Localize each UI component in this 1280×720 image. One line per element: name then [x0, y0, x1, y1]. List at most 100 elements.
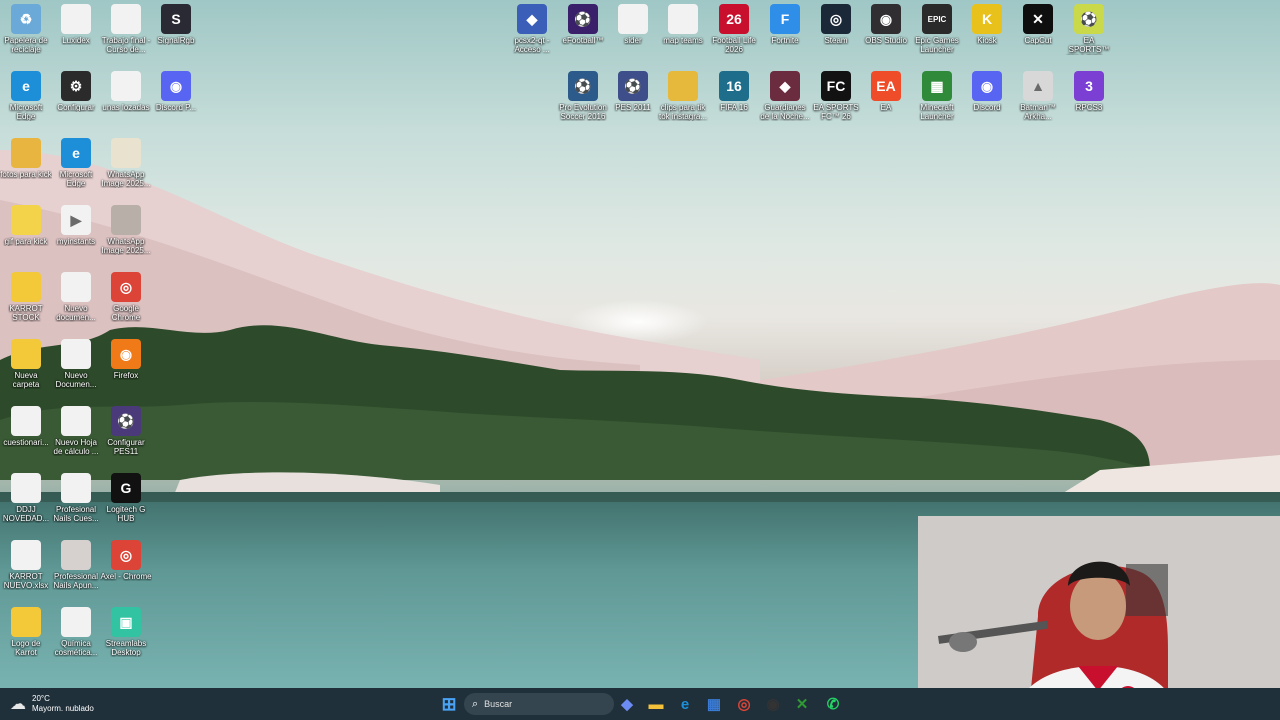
weather-widget[interactable]: ☁ 20°C Mayorm. nublado — [10, 692, 120, 716]
desktop-icon[interactable]: ◎ Axel - Chrome — [100, 540, 152, 606]
desktop-icon[interactable]: ◆ pcsx2-qt - Acceso ... — [506, 4, 558, 70]
desktop-icon[interactable]: 16 FIFA 16 — [708, 71, 760, 137]
desktop-icon[interactable]: ◉ OBS Studio — [860, 4, 912, 70]
edge-icon: e — [61, 138, 91, 168]
weather-description: Mayorm. nublado — [32, 704, 94, 713]
chrome-taskbar-button[interactable]: ◎ — [733, 693, 755, 715]
desktop-icon[interactable]: K Kiosk — [961, 4, 1013, 70]
pes-icon: ⚙ — [61, 71, 91, 101]
image-icon — [111, 205, 141, 235]
desktop-icon[interactable]: 3 RPCS3 — [1063, 71, 1115, 137]
desktop-icon[interactable]: sider — [607, 4, 659, 70]
desktop-icon[interactable]: WhatsApp Image 2025... — [100, 205, 152, 271]
desktop-icon[interactable]: KARROT NUEVO.xlsx — [0, 540, 52, 606]
desktop-icon[interactable]: 26 Football Life 2026 — [708, 4, 760, 70]
desktop-icon[interactable]: gif para kick — [0, 205, 52, 271]
desktop-icon[interactable]: Profesional Nails Cues... — [50, 473, 102, 539]
desktop-icon[interactable]: Nueva carpeta — [0, 339, 52, 405]
pes-icon: ⚽ — [568, 71, 598, 101]
desktop-icon[interactable]: EPIC Epic Games Launcher — [911, 4, 963, 70]
desktop-icon[interactable]: fotos para kick — [0, 138, 52, 204]
desktop-icon-label: Streamlabs Desktop — [105, 639, 147, 657]
desktop-icon[interactable]: ⚙ Configurar — [50, 71, 102, 137]
desktop-icon[interactable]: ⚽ PES 2011 — [607, 71, 659, 137]
desktop-icon[interactable]: Trabajo final - Curso de... — [100, 4, 152, 70]
desktop-icon-label: Papelera de reciclaje — [4, 36, 48, 54]
fortnite-icon: F — [770, 4, 800, 34]
desktop-icon[interactable]: ⚽ EA SPORTS™ 2014 FIFA ... — [1063, 4, 1115, 70]
desktop-icon[interactable]: ◉ Firefox — [100, 339, 152, 405]
desktop-icon[interactable]: KARROT STOCK — [0, 272, 52, 338]
desktop-icon[interactable]: ◉ Discord P... — [150, 71, 202, 137]
desktop-icon[interactable]: Química cosmética... — [50, 607, 102, 673]
desktop-icon[interactable]: clips para tik tok instagra... — [657, 71, 709, 137]
desktop-icon-label: PES 2011 — [615, 103, 651, 112]
logitech-icon: G — [111, 473, 141, 503]
desktop-icon[interactable]: G Logitech G HUB — [100, 473, 152, 539]
desktop-icon-label: Minecraft Launcher — [920, 103, 954, 121]
desktop-icon[interactable]: map teams — [657, 4, 709, 70]
file-explorer-taskbar-button[interactable]: ▬ — [645, 693, 667, 715]
desktop-icon-label: Química cosmética... — [54, 639, 98, 657]
desktop-icon-label: Configurar — [57, 103, 95, 112]
pes-icon: ⚽ — [618, 71, 648, 101]
desktop-icon[interactable]: F Fortnite — [759, 4, 811, 70]
desktop-icon[interactable]: ⚽ Configurar PES11 — [100, 406, 152, 472]
batman-icon: ▲ — [1023, 71, 1053, 101]
desktop-icon-label: Pro Evolution Soccer 2016 — [559, 103, 607, 121]
desktop-icon-label: KARROT NUEVO.xlsx — [3, 572, 49, 590]
desktop-icon[interactable]: ⚽ eFootball™ — [557, 4, 609, 70]
taskbar: ☁ 20°C Mayorm. nublado ⊞ ⌕ Buscar ◆ ▬ e ▦ ◎ ◉… — [0, 688, 1280, 720]
start-button[interactable]: ⊞ — [438, 693, 460, 715]
desktop-icon[interactable]: Nuevo Hoja de cálculo ... — [50, 406, 102, 472]
weather-cloud-icon: ☁ — [10, 696, 26, 713]
desktop-icon[interactable]: ✕ CapCut — [1012, 4, 1064, 70]
desktop-icon[interactable]: DDJJ NOVEDAD... — [0, 473, 52, 539]
xbox-icon: ✕ — [795, 696, 809, 713]
folder-icon — [11, 339, 41, 369]
desktop-icon[interactable]: ⚽ Pro Evolution Soccer 2016 — [557, 71, 609, 137]
whatsapp-taskbar-button[interactable]: ✆ — [822, 693, 844, 715]
desktop-icon-label: clips para tik tok instagra... — [658, 103, 708, 121]
desktop-icon[interactable]: WhatsApp Image 2025... — [100, 138, 152, 204]
desktop-icon[interactable]: EA EA — [860, 71, 912, 137]
search-box[interactable]: ⌕ Buscar — [464, 693, 614, 715]
desktop-icon[interactable]: ♻ Papelera de reciclaje — [0, 4, 52, 70]
desktop-icon[interactable]: FC EA SPORTS FC™ 26 — [810, 71, 862, 137]
desktop-icon[interactable]: e Microsoft Edge — [0, 71, 52, 137]
desktop-icon-label: Nuevo Documen... — [55, 371, 97, 389]
store-taskbar-button[interactable]: ▦ — [703, 693, 725, 715]
desktop-icon-label: SignalRgb — [157, 36, 195, 45]
document-icon — [61, 4, 91, 34]
efootball-icon: ⚽ — [568, 4, 598, 34]
pcsx2-icon: ◆ — [517, 4, 547, 34]
desktop-icon[interactable]: Professional Nails Apun... — [50, 540, 102, 606]
desktop-icon[interactable]: e Microsoft Edge — [50, 138, 102, 204]
desktop-icon[interactable]: Logo de Karrot — [0, 607, 52, 673]
folder-icon — [11, 607, 41, 637]
desktop-icon[interactable]: ◎ Google Chrome — [100, 272, 152, 338]
recycle-bin-icon: ♻ — [11, 4, 41, 34]
desktop-icon[interactable]: Nuevo documen... — [50, 272, 102, 338]
desktop-icon[interactable]: ◉ Discord — [961, 71, 1013, 137]
desktop-icon[interactable]: ▲ Batman™ Arkha... — [1012, 71, 1064, 137]
desktop-icon[interactable]: ◆ Guardianes de la Noche... — [759, 71, 811, 137]
desktop-icon[interactable]: ▣ Streamlabs Desktop — [100, 607, 152, 673]
copilot-taskbar-button[interactable]: ◆ — [616, 693, 638, 715]
xbox-taskbar-button[interactable]: ✕ — [791, 693, 813, 715]
desktop-icon[interactable]: Luxidex — [50, 4, 102, 70]
desktop-icon[interactable]: cuestionari... — [0, 406, 52, 472]
desktop-icon[interactable]: ▶ myinstants — [50, 205, 102, 271]
desktop-icon-label: Google Chrome — [111, 304, 141, 322]
desktop-icon-label: Configurar PES11 — [107, 438, 145, 456]
desktop-icon[interactable]: Nuevo Documen... — [50, 339, 102, 405]
desktop-icon[interactable]: ▦ Minecraft Launcher — [911, 71, 963, 137]
desktop-icon[interactable]: unas lozadas — [100, 71, 152, 137]
obs-taskbar-button[interactable]: ◉ — [762, 693, 784, 715]
desktop-icon[interactable]: ◎ Steam — [810, 4, 862, 70]
steam-icon: ◎ — [821, 4, 851, 34]
edge-icon: e — [680, 695, 690, 713]
desktop-icon[interactable]: S SignalRgb — [150, 4, 202, 70]
edge-taskbar-button[interactable]: e — [674, 693, 696, 715]
desktop-icon-label: Trabajo final - Curso de... — [101, 36, 151, 54]
